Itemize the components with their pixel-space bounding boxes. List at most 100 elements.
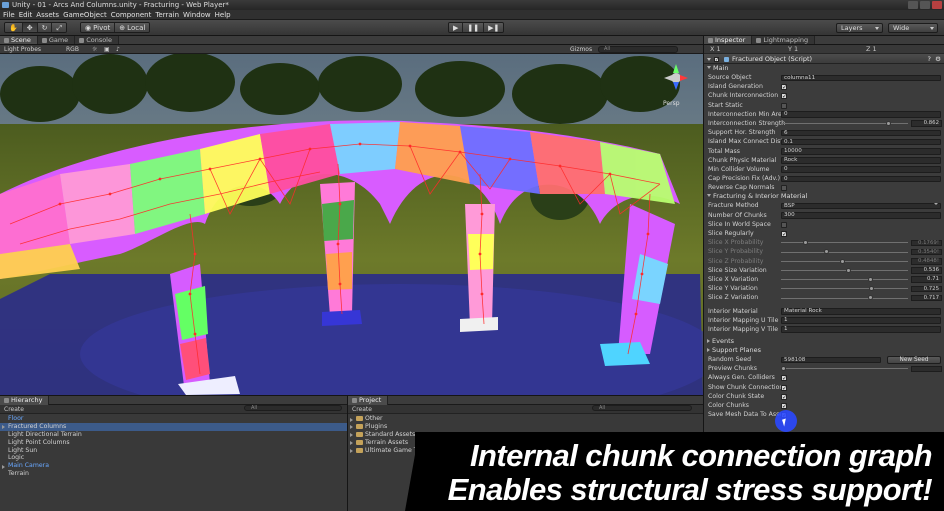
expand-arrow-icon[interactable]	[350, 433, 353, 438]
value-field[interactable]: columna11	[781, 74, 941, 81]
expand-arrow-icon[interactable]	[350, 417, 353, 422]
value-field[interactable]: 1	[781, 326, 941, 333]
slider-value-field[interactable]: 0.725	[911, 285, 942, 293]
checkbox[interactable]	[781, 185, 787, 192]
tab-console[interactable]: Console	[75, 36, 119, 44]
checkbox[interactable]	[781, 102, 787, 109]
slider-thumb[interactable]	[869, 286, 875, 292]
new-seed-button[interactable]: New Seed	[887, 355, 941, 364]
value-field[interactable]: 6	[781, 129, 941, 137]
scale-y-field[interactable]: Y 1	[788, 45, 798, 54]
slider-value-field[interactable]: 0.1769!	[911, 239, 942, 247]
lighting-toggle-icon[interactable]: ☼	[92, 45, 97, 54]
value-field[interactable]: Material Rock	[781, 308, 941, 315]
component-header[interactable]: ✓ Fractured Object (Script) ? ⚙	[704, 54, 944, 64]
menu-gameobject[interactable]: GameObject	[63, 10, 111, 19]
slider-value-field[interactable]: 0.536	[911, 267, 942, 274]
menu-component[interactable]: Component	[111, 10, 156, 19]
render-mode-dropdown[interactable]: Light Probes	[4, 45, 41, 54]
component-enabled-checkbox[interactable]: ✓	[714, 56, 719, 62]
rotate-tool-button[interactable]: ↻	[37, 23, 53, 32]
checkbox[interactable]: ✓	[781, 231, 787, 238]
slider-value-field[interactable]: 0.3540!	[911, 248, 942, 256]
checkbox[interactable]: ✓	[781, 375, 787, 382]
checkbox[interactable]: ✓	[781, 84, 787, 91]
slider-value-field[interactable]: 0.717	[911, 294, 942, 302]
slider-track[interactable]	[781, 242, 908, 244]
slider-thumb[interactable]	[846, 267, 852, 273]
hierarchy-item[interactable]: Light Point Columns	[0, 439, 347, 447]
tab-scene[interactable]: Scene	[0, 36, 38, 44]
slider-thumb[interactable]	[868, 295, 874, 301]
hierarchy-search-input[interactable]: All	[244, 405, 342, 411]
maximize-icon[interactable]	[920, 1, 930, 9]
slider-value-field[interactable]	[911, 365, 942, 373]
tab-inspector[interactable]: Inspector	[704, 36, 753, 44]
audio-toggle-icon[interactable]: ♪	[116, 45, 120, 54]
menu-edit[interactable]: Edit	[19, 10, 37, 19]
scene-search-input[interactable]: All	[598, 46, 678, 53]
gizmos-dropdown[interactable]: Gizmos	[570, 45, 592, 54]
hierarchy-item[interactable]: Floor	[0, 415, 347, 423]
expand-arrow-icon[interactable]	[2, 464, 5, 469]
checkbox[interactable]	[781, 221, 787, 228]
value-field[interactable]: 0	[781, 111, 941, 118]
scale-tool-button[interactable]: ⤢	[52, 23, 67, 32]
menu-help[interactable]: Help	[215, 10, 235, 19]
menu-terrain[interactable]: Terrain	[155, 10, 183, 19]
hand-tool-button[interactable]: ✋	[5, 23, 23, 32]
menu-assets[interactable]: Assets	[36, 10, 63, 19]
play-button[interactable]: ▶	[449, 23, 464, 32]
tab-game[interactable]: Game	[37, 36, 76, 44]
scene-fx-toggle-icon[interactable]: ▣	[104, 45, 110, 54]
expand-arrow-icon[interactable]	[350, 449, 353, 454]
slider-value-field[interactable]: 0.862	[911, 120, 942, 127]
checkbox[interactable]: ✓	[781, 384, 787, 391]
hierarchy-item[interactable]: Logic	[0, 454, 347, 462]
checkbox[interactable]: ✓	[781, 93, 787, 100]
checkbox[interactable]: ✓	[781, 393, 787, 400]
expand-arrow-icon[interactable]	[350, 441, 353, 446]
hierarchy-item[interactable]: Light Directional Terrain	[0, 431, 347, 439]
slider-thumb[interactable]	[867, 276, 873, 282]
scale-x-field[interactable]: X 1	[710, 45, 721, 54]
project-create-button[interactable]: Create	[352, 405, 372, 414]
section-fracturing[interactable]: Fracturing & Interior Material	[704, 192, 944, 201]
step-button[interactable]: ▶❚	[484, 23, 504, 32]
slider-track[interactable]	[781, 279, 908, 281]
project-folder[interactable]: Other	[348, 415, 703, 423]
menu-window[interactable]: Window	[183, 10, 215, 19]
slider-track[interactable]	[781, 288, 908, 290]
hierarchy-item[interactable]: Main Camera	[0, 462, 347, 470]
help-icon[interactable]: ?	[928, 54, 931, 64]
slider-value-field[interactable]: 0.4848!	[911, 258, 942, 265]
close-icon[interactable]	[932, 1, 942, 9]
slider-track[interactable]	[781, 368, 908, 370]
checkbox[interactable]: ✓	[781, 403, 787, 410]
value-field[interactable]: 300	[781, 212, 941, 219]
tab-project[interactable]: Project	[348, 396, 389, 405]
value-field[interactable]: Rock	[781, 157, 941, 164]
hierarchy-item[interactable]: Terrain	[0, 470, 347, 478]
value-field[interactable]: 1	[781, 317, 941, 324]
scene-viewport[interactable]: Persp	[0, 54, 703, 395]
slider-track[interactable]	[781, 251, 908, 253]
layers-dropdown[interactable]: Layers	[836, 23, 883, 33]
menu-file[interactable]: File	[3, 10, 19, 19]
slider-thumb[interactable]	[781, 366, 786, 372]
move-tool-button[interactable]: ✥	[22, 23, 38, 32]
random-seed-field[interactable]: 598108	[781, 356, 881, 364]
value-field[interactable]: 10000	[781, 148, 941, 155]
slider-value-field[interactable]: 0.71	[911, 276, 942, 283]
value-field[interactable]: 0	[781, 175, 941, 183]
project-folder[interactable]: Plugins	[348, 423, 703, 431]
local-button[interactable]: ⊕ Local	[115, 23, 150, 32]
value-field[interactable]: 0	[781, 166, 941, 173]
slider-track[interactable]	[781, 297, 908, 299]
slider-track[interactable]	[781, 269, 908, 271]
gear-icon[interactable]: ⚙	[935, 54, 941, 64]
slider-thumb[interactable]	[802, 240, 808, 246]
slider-thumb[interactable]	[886, 120, 892, 126]
slider-thumb[interactable]	[823, 249, 829, 255]
section-events[interactable]: Events	[704, 337, 944, 346]
